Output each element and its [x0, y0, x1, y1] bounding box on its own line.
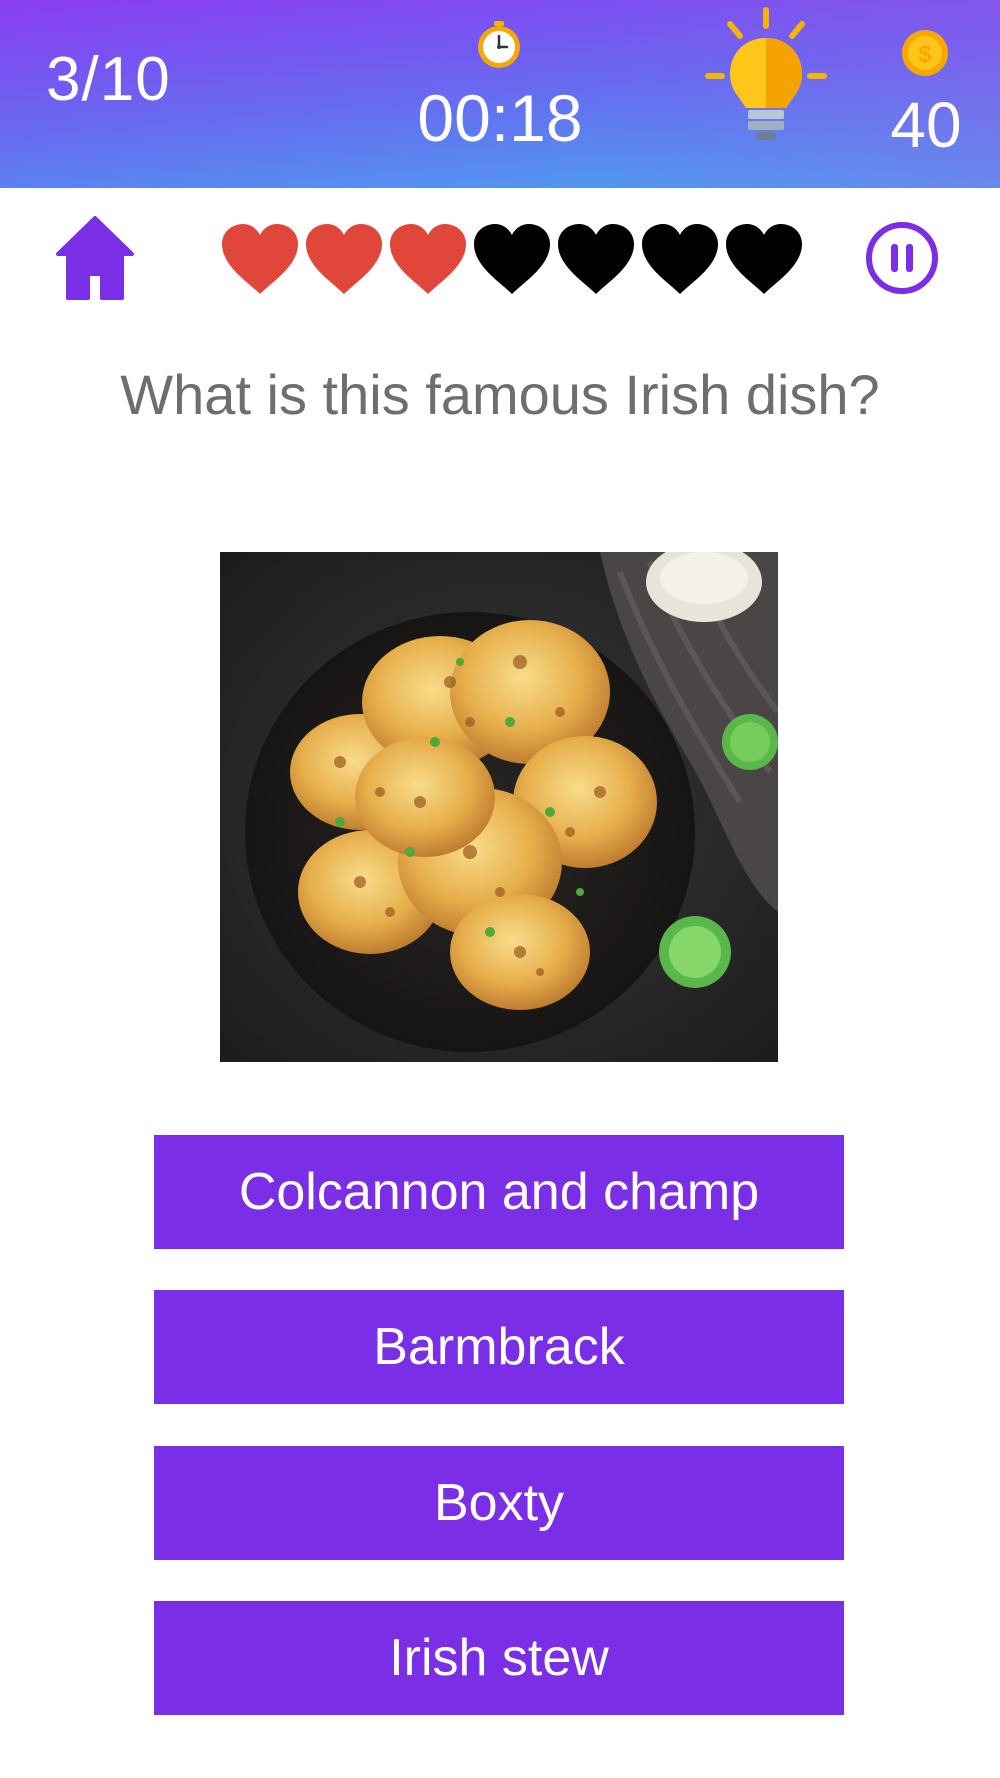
dish-photo [220, 552, 778, 1062]
question-progress: 3/10 [46, 45, 171, 114]
dollar-coin-icon: $ [902, 30, 948, 76]
answer-option-3[interactable]: Boxty [154, 1446, 844, 1560]
lives-indicator [218, 220, 806, 298]
timer: 00:18 [417, 81, 583, 155]
answer-option-2[interactable]: Barmbrack [154, 1290, 844, 1404]
quiz-screen: 3/10 00:18 $ 40 What is this famous Iris… [0, 0, 1000, 1778]
heart-empty-icon [726, 224, 802, 294]
clock-icon [478, 21, 520, 68]
lightbulb-hint-icon[interactable] [700, 6, 832, 146]
heart-empty-icon [558, 224, 634, 294]
heart-empty-icon [642, 224, 718, 294]
status-bar: 3/10 00:18 $ 40 [0, 0, 1000, 188]
heart-full-icon [306, 224, 382, 294]
question-text: What is this famous Irish dish? [120, 363, 880, 426]
answer-option-4[interactable]: Irish stew [154, 1601, 844, 1715]
heart-full-icon [390, 224, 466, 294]
coin-count: 40 [890, 89, 962, 161]
answer-option-1[interactable]: Colcannon and champ [154, 1135, 844, 1249]
heart-empty-icon [474, 224, 550, 294]
heart-full-icon [222, 224, 298, 294]
pause-icon[interactable] [864, 218, 940, 298]
svg-text:$: $ [918, 41, 932, 68]
home-icon[interactable] [54, 214, 136, 302]
